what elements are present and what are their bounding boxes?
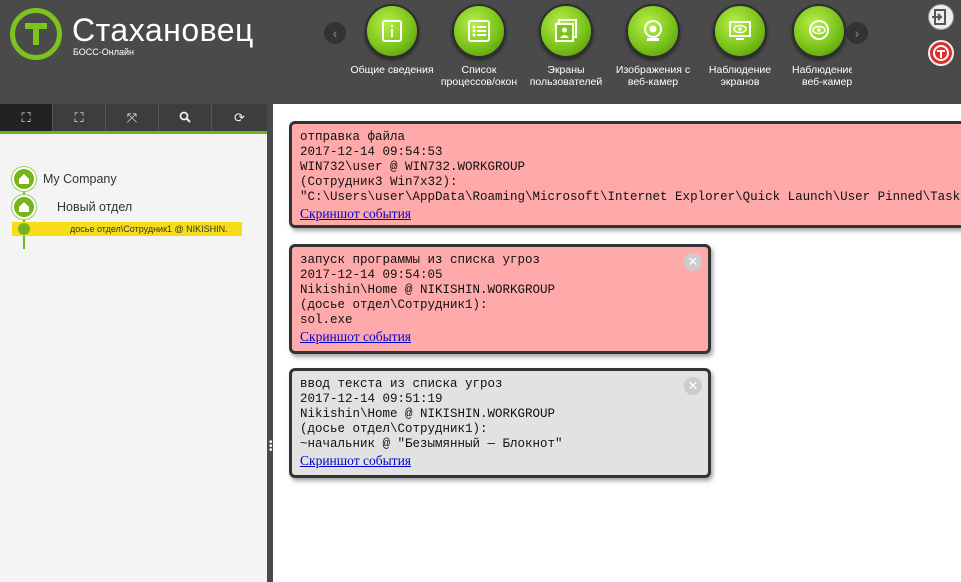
eye-webcam-icon [792, 4, 846, 58]
event-card: ✕ ввод текста из списка угроз 2017-12-14… [289, 368, 711, 478]
event-time: 2017-12-14 09:51:19 [300, 392, 443, 406]
event-detail: sol.exe [300, 313, 353, 327]
tree-item-department[interactable]: Новый отдел [57, 200, 132, 214]
event-host: Nikishin\Home @ NIKISHIN.WORKGROUP [300, 283, 556, 297]
event-type: запуск программы из списка угроз [300, 253, 541, 267]
event-user: (досье отдел\Сотрудник1): [300, 298, 488, 312]
event-card: ✕ запуск программы из списка угроз 2017-… [289, 244, 711, 354]
events-panel: отправка файла 2017-12-14 09:54:53 WIN73… [273, 104, 961, 582]
nav-label: процессов/окон [440, 76, 518, 88]
nav-screen-monitoring[interactable]: Наблюдение экранов [695, 4, 785, 88]
nav-label: Экраны [547, 64, 585, 76]
tree-item-employee[interactable]: досье отдел\Сотрудник1 @ NIKISHIN. [70, 224, 228, 234]
department-icon[interactable] [12, 195, 36, 219]
nav-webcam-monitoring[interactable]: Наблюдение веб-камер [782, 4, 852, 88]
nav-label: экранов [720, 76, 760, 88]
home-icon[interactable] [12, 167, 36, 191]
screenshot-link[interactable]: Скриншот события [300, 329, 411, 344]
event-type: ввод текста из списка угроз [300, 377, 503, 391]
logo-icon [10, 8, 62, 60]
event-time: 2017-12-14 09:54:53 [300, 145, 443, 159]
screens-icon [539, 4, 593, 58]
collapse-icon[interactable]: ⤧ [106, 104, 159, 131]
sidebar: ⛶ ⛶ ⤧ ⟳ My Company Новый отдел досье отд… [0, 104, 267, 582]
list-icon [452, 4, 506, 58]
search-icon[interactable] [159, 104, 212, 131]
nav-general-info[interactable]: Общие сведения [347, 4, 437, 76]
brand-title: Стахановец [72, 12, 254, 48]
nav-label: Список [461, 64, 497, 76]
expand-icon[interactable]: ⛶ [0, 104, 53, 131]
webcam-icon [626, 4, 680, 58]
nav-next-arrow-icon[interactable]: › [846, 22, 868, 44]
event-card: отправка файла 2017-12-14 09:54:53 WIN73… [289, 121, 961, 228]
nav-prev-arrow-icon[interactable]: ‹ [324, 22, 346, 44]
header: Стахановец БОСС-Онлайн ‹ Общие сведения … [0, 0, 961, 104]
brand-button-icon[interactable] [928, 40, 954, 66]
event-detail: ~начальник @ "Безымянный — Блокнот" [300, 437, 563, 451]
logout-icon[interactable] [928, 4, 954, 30]
close-icon[interactable]: ✕ [684, 377, 702, 395]
nav-label: Изображения с [615, 64, 691, 76]
event-host: WIN732\user @ WIN732.WORKGROUP [300, 160, 526, 174]
nav-label: Общие сведения [350, 64, 434, 76]
info-icon [365, 4, 419, 58]
user-icon [18, 223, 30, 235]
nav-label: Наблюдение [792, 64, 852, 76]
nav-user-screens[interactable]: Экраны пользователей [521, 4, 611, 88]
nav-label: Наблюдение [708, 64, 772, 76]
screenshot-link[interactable]: Скриншот события [300, 453, 411, 468]
fit-icon[interactable]: ⛶ [53, 104, 106, 131]
event-user: (досье отдел\Сотрудник1): [300, 422, 488, 436]
splitter-grip-icon[interactable]: • • • [269, 438, 273, 456]
nav-label: веб-камер [627, 76, 679, 88]
event-time: 2017-12-14 09:54:05 [300, 268, 443, 282]
nav-webcam-images[interactable]: Изображения с веб-камер [608, 4, 698, 88]
tree-item-company[interactable]: My Company [43, 172, 117, 186]
brand-subtitle: БОСС-Онлайн [73, 47, 135, 57]
refresh-icon[interactable]: ⟳ [212, 104, 267, 131]
screenshot-link[interactable]: Скриншот события [300, 206, 411, 221]
event-user: (Сотрудник3 Win7x32): [300, 175, 458, 189]
sidebar-toolbar: ⛶ ⛶ ⤧ ⟳ [0, 104, 267, 134]
event-type: отправка файла [300, 130, 406, 144]
nav-label: веб-камер [802, 76, 852, 88]
nav-label: пользователей [529, 76, 603, 88]
event-detail: "C:\Users\user\AppData\Roaming\Microsoft… [300, 190, 961, 204]
event-host: Nikishin\Home @ NIKISHIN.WORKGROUP [300, 407, 556, 421]
close-icon[interactable]: ✕ [684, 253, 702, 271]
eye-screen-icon [713, 4, 767, 58]
nav-process-list[interactable]: Список процессов/окон [434, 4, 524, 88]
